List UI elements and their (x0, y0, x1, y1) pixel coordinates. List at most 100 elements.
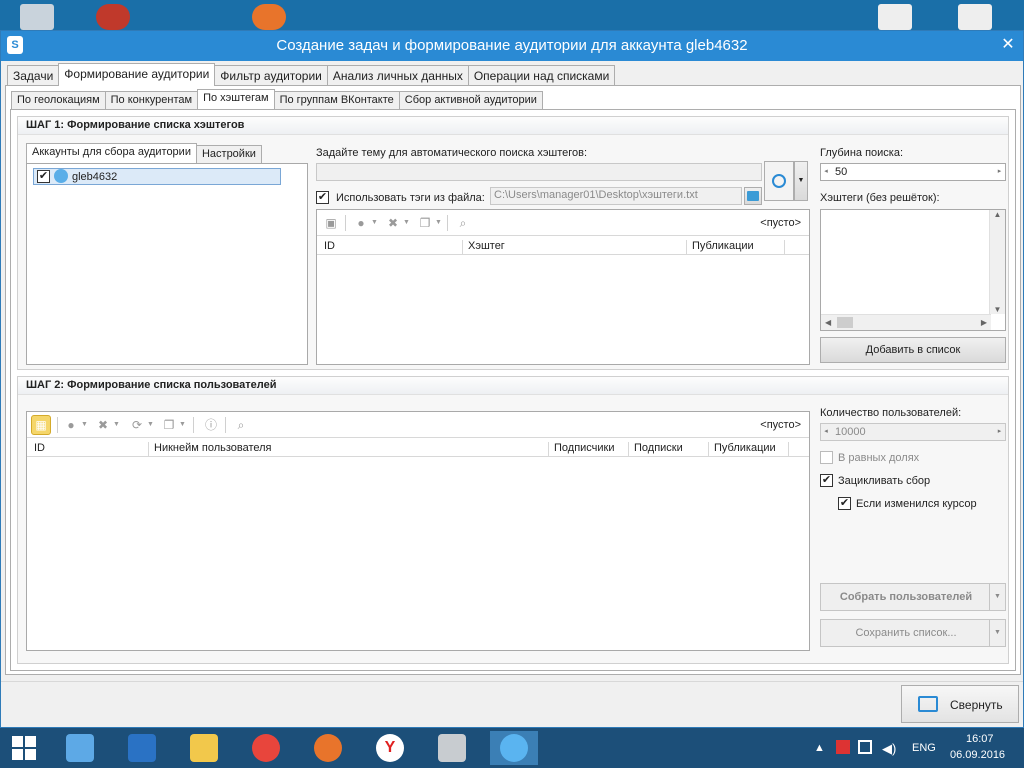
col-hashtag[interactable]: Хэштег (463, 240, 687, 254)
toolbar-separator (225, 417, 226, 433)
chevron-down-icon[interactable]: ▼ (179, 421, 186, 428)
record-app-icon[interactable] (96, 4, 130, 30)
yandex-icon[interactable]: Y (366, 731, 414, 765)
loop-collect-checkbox[interactable]: ✔ (820, 474, 833, 487)
title-bar[interactable]: S Создание задач и формирование аудитори… (1, 31, 1023, 61)
col-id[interactable]: ID (29, 442, 149, 456)
delete-icon[interactable]: ✖ (95, 417, 111, 433)
network-icon[interactable] (858, 740, 872, 754)
account-tabs: Аккаунты для сбора аудитории Настройки (26, 143, 262, 165)
decrease-icon[interactable]: ◂ (821, 164, 831, 180)
tab-competitors[interactable]: По конкурентам (104, 91, 199, 109)
tab-audience[interactable]: Формирование аудитории (58, 63, 216, 86)
increase-icon[interactable]: ▸ (994, 424, 1005, 440)
info-icon[interactable]: ⓘ (203, 417, 219, 433)
collect-users-button[interactable]: Собрать пользователей ▼ (820, 583, 1006, 611)
tab-settings[interactable]: Настройки (195, 145, 262, 163)
depth-stepper[interactable]: ◂ 50 ▸ (820, 163, 1006, 181)
chevron-down-icon[interactable]: ▼ (371, 219, 378, 226)
server-manager-icon[interactable] (56, 731, 104, 765)
copy-icon[interactable]: ❐ (161, 417, 177, 433)
search-icon[interactable]: ⌕ (455, 215, 471, 231)
tab-accounts[interactable]: Аккаунты для сбора аудитории (26, 143, 197, 163)
count-stepper[interactable]: ◂ 10000 ▸ (820, 423, 1006, 441)
chevron-down-icon[interactable]: ▼ (147, 421, 154, 428)
check-icon[interactable]: ● (353, 215, 369, 231)
document-desktop-icon-2[interactable] (958, 4, 992, 30)
users-columns: ID Никнейм пользователя Подписчики Подпи… (27, 440, 809, 457)
language-indicator[interactable]: ENG (912, 742, 936, 754)
powershell-icon[interactable] (118, 731, 166, 765)
sub-tabs: По геолокациям По конкурентам По хэштега… (11, 89, 543, 111)
refresh-icon[interactable]: ⟳ (129, 417, 145, 433)
hashtags-textarea[interactable]: ▲ ▼ ◀ ▶ (820, 209, 1006, 331)
col-publications[interactable]: Публикации (709, 442, 789, 456)
tray-up-icon[interactable]: ▲ (814, 742, 825, 754)
hierarchy-icon[interactable]: ▦ (31, 415, 51, 435)
check-icon[interactable]: ● (63, 417, 79, 433)
firefox-desktop-icon[interactable] (252, 4, 286, 30)
tab-hashtags[interactable]: По хэштегам (197, 89, 275, 109)
equal-shares-checkbox[interactable] (820, 451, 833, 464)
add-to-list-button[interactable]: Добавить в список (820, 337, 1006, 363)
topic-input[interactable] (316, 163, 762, 181)
save-list-button[interactable]: Сохранить список... ▼ (820, 619, 1006, 647)
chevron-right-icon[interactable]: ▶ (981, 318, 987, 327)
search-topic-dropdown[interactable]: ▼ (794, 161, 808, 201)
use-file-checkbox[interactable]: ✔ (316, 191, 329, 204)
depth-value: 50 (835, 166, 848, 178)
chevron-down-icon[interactable]: ▼ (990, 305, 1005, 314)
search-icon[interactable]: ⌕ (233, 417, 249, 433)
vertical-scrollbar[interactable]: ▲ ▼ (989, 210, 1005, 314)
firefox-icon[interactable] (304, 731, 352, 765)
tab-personal-data[interactable]: Анализ личных данных (326, 65, 469, 85)
copy-icon[interactable]: ❐ (417, 215, 433, 231)
clock-date[interactable]: 06.09.2016 (950, 749, 1005, 761)
chevron-down-icon[interactable]: ▼ (81, 421, 88, 428)
chevron-down-icon[interactable]: ▼ (435, 219, 442, 226)
col-following[interactable]: Подписки (629, 442, 709, 456)
col-id[interactable]: ID (319, 240, 463, 254)
chrome-icon[interactable] (242, 731, 290, 765)
delete-icon[interactable]: ✖ (385, 215, 401, 231)
tab-vk-groups[interactable]: По группам ВКонтакте (273, 91, 400, 109)
tab-list-operations[interactable]: Операции над списками (467, 65, 616, 85)
decrease-icon[interactable]: ◂ (821, 424, 831, 440)
app-taskbar-icon[interactable] (490, 731, 538, 765)
tab-active-audience[interactable]: Сбор активной аудитории (398, 91, 543, 109)
close-button[interactable]: ✕ (993, 31, 1023, 61)
tab-tasks[interactable]: Задачи (7, 65, 60, 85)
chevron-down-icon[interactable]: ▼ (989, 584, 1005, 610)
explorer-icon[interactable] (180, 731, 228, 765)
scroll-thumb[interactable] (837, 317, 853, 328)
flag-icon[interactable] (836, 740, 850, 754)
account-checkbox[interactable]: ✔ (37, 170, 50, 183)
calculator-icon[interactable] (428, 731, 476, 765)
cursor-changed-checkbox[interactable]: ✔ (838, 497, 851, 510)
account-row[interactable]: ✔ gleb4632 (33, 168, 281, 185)
col-nickname[interactable]: Никнейм пользователя (149, 442, 549, 456)
file-path-input[interactable]: C:\Users\manager01\Desktop\хэштеги.txt (490, 187, 742, 205)
chevron-up-icon[interactable]: ▲ (990, 210, 1005, 219)
volume-icon[interactable]: ◀) (882, 741, 896, 757)
users-grid: ▦ ● ▼ ✖ ▼ ⟳ ▼ ❐ ▼ ⓘ ⌕ <пусто> ID Никнейм… (26, 411, 810, 651)
col-publications[interactable]: Публикации (687, 240, 785, 254)
col-followers[interactable]: Подписчики (549, 442, 629, 456)
search-topic-button[interactable] (764, 161, 794, 201)
save-icon[interactable]: ▣ (323, 215, 339, 231)
horizontal-scrollbar[interactable]: ◀ ▶ (821, 314, 991, 330)
tab-geolocation[interactable]: По геолокациям (11, 91, 106, 109)
chevron-left-icon[interactable]: ◀ (825, 318, 831, 327)
document-desktop-icon[interactable] (878, 4, 912, 30)
tab-audience-filter[interactable]: Фильтр аудитории (214, 65, 328, 85)
browse-file-button[interactable] (744, 187, 762, 205)
clock-time[interactable]: 16:07 (966, 733, 994, 745)
chevron-down-icon[interactable]: ▼ (113, 421, 120, 428)
chevron-down-icon[interactable]: ▼ (403, 219, 410, 226)
start-button[interactable] (0, 731, 48, 765)
recycle-bin-icon[interactable] (20, 4, 54, 30)
taskbar: Y ▲ ◀) ENG 16:07 06.09.2016 (0, 728, 1024, 768)
chevron-down-icon[interactable]: ▼ (989, 620, 1005, 646)
increase-icon[interactable]: ▸ (994, 164, 1005, 180)
collapse-button[interactable]: Свернуть (901, 685, 1019, 723)
